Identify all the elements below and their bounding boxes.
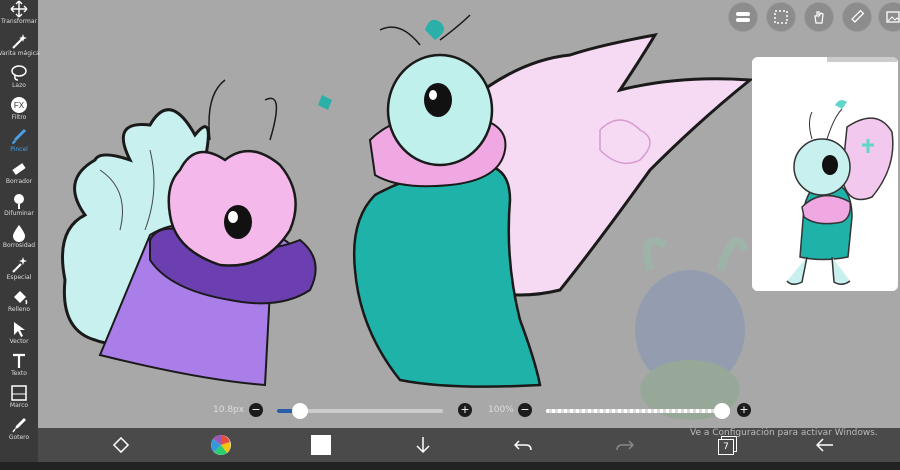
redo-icon	[616, 440, 634, 451]
taskbar-strip	[0, 462, 900, 470]
tool-blur[interactable]: Difuminar	[0, 192, 38, 224]
eraser-icon	[10, 160, 28, 178]
ruler-button[interactable]	[842, 2, 872, 32]
layer-toggle-button[interactable]	[728, 2, 758, 32]
ruler-icon	[851, 9, 865, 23]
magic-wand-icon	[10, 32, 28, 50]
color-wheel-icon	[211, 435, 231, 455]
frame-icon	[10, 384, 28, 402]
tool-sidebar: Transformar Varita mágica Lazo FX Filtro Pinc…	[0, 0, 40, 462]
svg-text:FX: FX	[14, 101, 25, 110]
tool-label: Marco	[9, 402, 29, 409]
lasso-icon	[10, 64, 28, 82]
drop-icon	[10, 224, 28, 242]
tool-label: Borrosidad	[2, 242, 36, 249]
text-icon	[10, 352, 28, 370]
brush-settings-bar: 10.8px − + 100% − +	[38, 400, 900, 422]
brush-size-knob[interactable]	[292, 403, 309, 419]
background-sketch	[635, 236, 749, 420]
tool-label: Gotero	[8, 434, 30, 441]
toggle-icon	[736, 12, 750, 22]
color-picker-button[interactable]	[210, 434, 232, 456]
left-character	[61, 79, 317, 387]
image-button[interactable]	[878, 2, 900, 32]
tool-fill[interactable]: Relleno	[0, 288, 38, 320]
vector-icon	[10, 320, 28, 338]
tool-lasso[interactable]: Lazo	[0, 64, 38, 96]
tool-frame[interactable]: Marco	[0, 384, 38, 416]
fx-icon: FX	[10, 96, 28, 114]
tool-magic-wand[interactable]: Varita mágica	[0, 32, 40, 64]
reference-image-panel[interactable]	[752, 57, 898, 291]
tool-label: Lazo	[12, 82, 26, 89]
tool-label: Texto	[11, 370, 27, 377]
tool-label: Transformar	[1, 18, 37, 25]
tool-text[interactable]: Texto	[0, 352, 38, 384]
blur-icon	[10, 192, 28, 210]
tool-label: Filtro	[11, 114, 27, 121]
tool-brush[interactable]: Pincel	[0, 128, 38, 160]
hand-button[interactable]	[804, 2, 834, 32]
tool-label: Relleno	[7, 306, 31, 313]
tool-eyedropper[interactable]: Gotero	[0, 416, 38, 448]
download-button[interactable]	[412, 434, 434, 456]
brush-icon	[10, 128, 28, 146]
brush-size-label: 10.8px	[213, 405, 245, 415]
tool-blurriness[interactable]: Borrosidad	[0, 224, 38, 256]
transform-view-button[interactable]	[110, 434, 132, 456]
brush-size-increase-button[interactable]: +	[458, 403, 472, 417]
layer-count: 7	[718, 439, 734, 455]
rotate-icon	[112, 436, 130, 454]
tool-label: Varita mágica	[0, 50, 40, 57]
selection-button[interactable]	[766, 2, 796, 32]
tool-special[interactable]: Especial	[0, 256, 38, 288]
color-swatch	[311, 435, 331, 455]
opacity-increase-button[interactable]: +	[737, 403, 751, 417]
tool-label: Difuminar	[4, 210, 34, 217]
opacity-knob[interactable]	[714, 403, 730, 419]
eyedropper-icon	[10, 416, 28, 434]
opacity-decrease-button[interactable]: −	[518, 403, 532, 417]
undo-button[interactable]	[512, 434, 534, 456]
image-icon	[886, 11, 900, 23]
undo-icon	[514, 440, 532, 451]
tool-label: Vector	[9, 338, 29, 345]
tool-vector[interactable]: Vector	[0, 320, 38, 352]
tool-label: Especial	[6, 274, 32, 281]
redo-button[interactable]	[614, 434, 636, 456]
brush-size-decrease-button[interactable]: −	[249, 403, 263, 417]
fill-icon	[10, 288, 28, 306]
move-icon	[10, 0, 28, 18]
current-color-swatch[interactable]	[310, 434, 332, 456]
opacity-label: 100%	[488, 405, 514, 415]
arrow-down-icon	[416, 437, 430, 454]
tool-eraser[interactable]: Borrador	[0, 160, 38, 192]
tool-label: Borrador	[5, 178, 33, 185]
hand-icon	[814, 11, 824, 24]
reference-image	[752, 57, 898, 291]
special-icon	[10, 256, 28, 274]
tool-label: Pincel	[10, 146, 28, 153]
arrow-left-icon	[816, 438, 833, 452]
opacity-slider[interactable]	[546, 403, 730, 419]
windows-activation-watermark: Ve a Configuración para activar Windows.	[690, 428, 878, 438]
brush-size-slider[interactable]	[277, 403, 443, 419]
layers-icon: 7	[718, 436, 737, 455]
tool-transform[interactable]: Transformar	[0, 0, 38, 32]
tool-filter[interactable]: FX Filtro	[0, 96, 38, 128]
selection-icon	[774, 10, 788, 24]
